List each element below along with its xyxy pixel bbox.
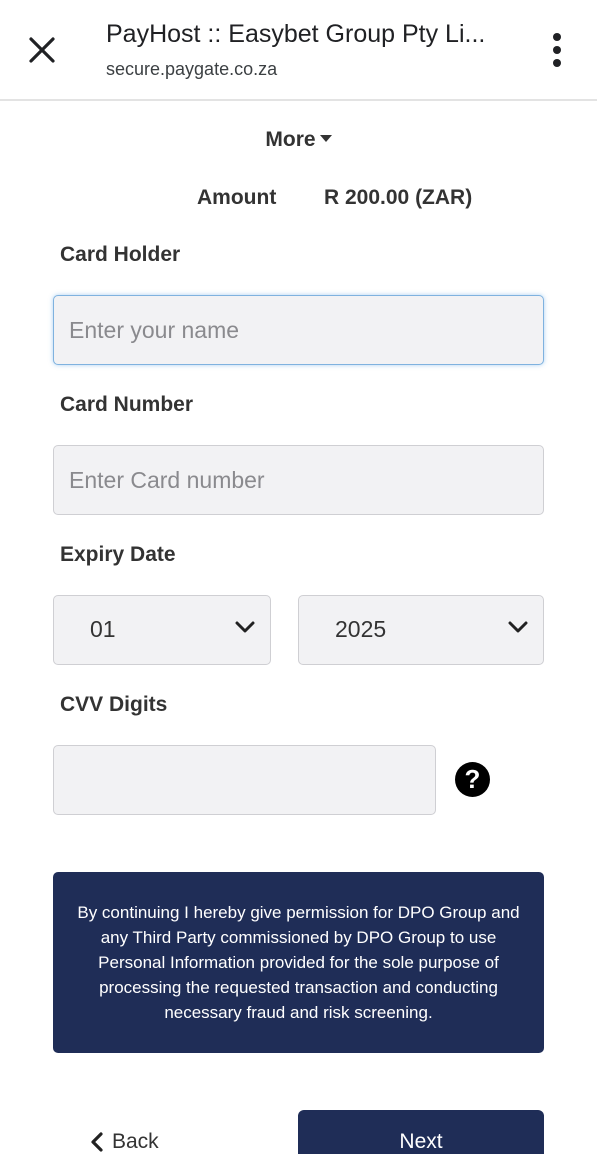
browser-toolbar: PayHost :: Easybet Group Pty Li... secur… xyxy=(0,0,597,101)
expiry-month-select[interactable]: 01 xyxy=(53,595,271,665)
expiry-year-select[interactable]: 2025 xyxy=(298,595,544,665)
chevron-down-icon xyxy=(508,621,528,633)
next-label: Next xyxy=(399,1130,443,1153)
more-vert-icon xyxy=(553,33,561,41)
caret-down-icon xyxy=(319,135,332,143)
expiry-month-value: 01 xyxy=(90,616,116,642)
cvv-input[interactable] xyxy=(53,745,436,815)
chevron-left-icon xyxy=(91,1132,103,1152)
back-label: Back xyxy=(112,1130,159,1153)
more-label: More xyxy=(265,128,316,151)
expiry-year-value: 2025 xyxy=(335,616,387,642)
card-holder-input[interactable] xyxy=(53,295,544,365)
page-url: secure.paygate.co.za xyxy=(106,59,278,79)
close-button[interactable] xyxy=(22,30,62,70)
cvv-label: CVV Digits xyxy=(60,693,168,716)
page-title: PayHost :: Easybet Group Pty Li... xyxy=(106,20,486,48)
card-holder-label: Card Holder xyxy=(60,243,181,266)
more-toggle[interactable]: More xyxy=(0,128,597,152)
chevron-down-icon xyxy=(235,621,255,633)
expiry-date-label: Expiry Date xyxy=(60,543,176,566)
card-number-input[interactable] xyxy=(53,445,544,515)
amount-value: R 200.00 (ZAR) xyxy=(324,186,473,209)
back-button[interactable]: Back xyxy=(90,1130,159,1154)
close-icon xyxy=(29,37,55,63)
next-button[interactable]: Next xyxy=(298,1110,544,1154)
consent-notice: By continuing I hereby give permission f… xyxy=(53,872,544,1053)
question-circle-icon[interactable]: ? xyxy=(455,762,490,797)
payment-page: PayHost :: Easybet Group Pty Li... secur… xyxy=(0,0,597,1154)
amount-label: Amount xyxy=(197,186,277,209)
overflow-menu-button[interactable] xyxy=(540,28,574,72)
card-number-label: Card Number xyxy=(60,393,194,416)
